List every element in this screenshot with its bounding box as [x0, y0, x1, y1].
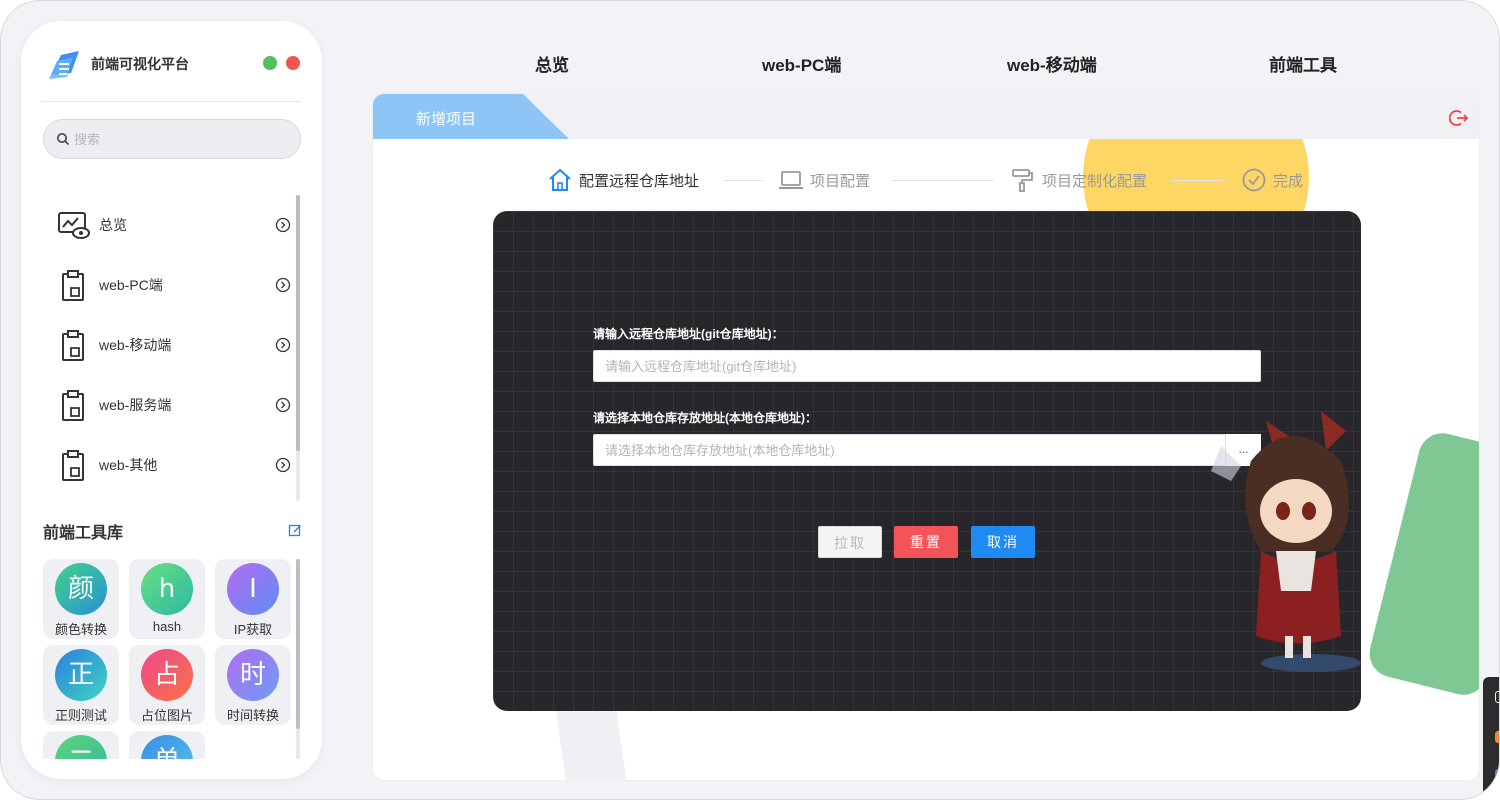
corner-text-top: 第: [5, 4, 15, 14]
sidebar-item-web-server[interactable]: web-服务端: [51, 375, 291, 435]
topnav-web-mobile[interactable]: web-移动端: [1007, 51, 1097, 76]
nav-scrollbar[interactable]: [296, 195, 300, 501]
topnav-frontend-tools[interactable]: 前端工具: [1269, 51, 1337, 76]
edit-icon[interactable]: [288, 523, 302, 537]
arrow-right-circle-icon: [275, 217, 291, 233]
sidebar-item-web-pc[interactable]: web-PC端: [51, 255, 291, 315]
tool-unit[interactable]: 单: [129, 731, 205, 759]
tool-label: 占位图片: [140, 708, 193, 723]
step-label: 项目定制化配置: [1042, 172, 1148, 190]
clipboard-icon: [62, 270, 84, 301]
decor-green-shape: [1364, 428, 1479, 700]
tools-scrollbar-thumb[interactable]: [296, 559, 300, 729]
tool-circle: 二: [55, 735, 107, 759]
edge-shield-icon[interactable]: [1495, 769, 1499, 781]
clipboard-icon: [62, 330, 84, 361]
sidebar-nav: 总览 web-PC端 web-移动端 web-服务端 web-其他: [51, 195, 291, 495]
edge-square-icon[interactable]: [1495, 691, 1499, 703]
anime-character-illustration: [1211, 411, 1361, 672]
sidebar-item-label: web-服务端: [99, 397, 172, 413]
monitor-eye-icon: [58, 212, 90, 239]
arrow-right-circle-icon: [275, 397, 291, 413]
edge-orange-icon[interactable]: [1495, 731, 1499, 743]
remote-repo-label: 请输入远程仓库地址(git仓库地址)：: [593, 327, 784, 341]
nav-scrollbar-thumb[interactable]: [296, 195, 300, 451]
tool-circle: h: [141, 563, 193, 615]
app-window: 第 大 前端可视化平台 搜索 总览 web-PC端 web-移动端 web-服务…: [0, 0, 1500, 800]
step-label: 完成: [1273, 172, 1304, 190]
topnav-web-pc[interactable]: web-PC端: [762, 51, 841, 76]
home-icon: [549, 168, 571, 191]
local-repo-input[interactable]: [593, 434, 1261, 466]
cancel-button[interactable]: 取消: [971, 526, 1035, 558]
topnav-overview[interactable]: 总览: [535, 51, 569, 76]
tool-regex[interactable]: 正 正则测试: [43, 645, 119, 725]
corner-text-bottom: 大: [5, 792, 15, 800]
brand-divider: [41, 101, 301, 102]
tool-qrcode[interactable]: 二: [43, 731, 119, 759]
tool-label: IP获取: [233, 622, 273, 637]
arrow-right-circle-icon: [275, 457, 291, 473]
step-remote-repo: 配置远程仓库地址: [547, 167, 699, 193]
sidebar: 前端可视化平台 总览: [21, 21, 322, 779]
arrow-right-circle-icon: [275, 277, 291, 293]
check-circle-icon: [1242, 168, 1266, 192]
tool-time-convert[interactable]: 时 时间转换: [215, 645, 291, 725]
tool-hash[interactable]: h hash: [129, 559, 205, 639]
main-panel: 新增项目 配置远程仓库地址 项目配置 项目定制化配置 完成 请输入远程仓库地址(…: [372, 93, 1480, 781]
search-input[interactable]: [74, 131, 274, 147]
local-repo-label: 请选择本地仓库存放地址(本地仓库地址)：: [593, 411, 817, 425]
tool-placeholder-image[interactable]: 占 占位图片: [129, 645, 205, 725]
tool-label: hash: [152, 619, 182, 634]
step-divider: [891, 180, 993, 181]
step-custom-config: 项目定制化配置: [1010, 167, 1147, 193]
tools-title: 前端工具库: [43, 525, 124, 542]
sidebar-item-label: web-PC端: [99, 277, 163, 293]
reset-button[interactable]: 重置: [894, 526, 958, 558]
clipboard-icon: [62, 390, 84, 421]
step-label: 配置远程仓库地址: [579, 172, 700, 190]
sidebar-item-label: web-其他: [99, 457, 158, 473]
tool-circle: I: [227, 563, 279, 615]
tools-scrollbar[interactable]: [296, 559, 300, 759]
tool-circle: 颜: [55, 563, 107, 615]
logout-icon[interactable]: [1449, 108, 1469, 128]
window-dot-green[interactable]: [263, 56, 277, 70]
step-label: 项目配置: [810, 172, 871, 190]
tool-circle: 占: [141, 649, 193, 701]
tools-grid: 颜 颜色转换 h hash I IP获取 正 正则测试 占 占位图片 时 时间转…: [43, 559, 295, 759]
tool-ip[interactable]: I IP获取: [215, 559, 291, 639]
laptop-icon: [779, 171, 803, 189]
pull-button[interactable]: 拉取: [818, 526, 882, 558]
sidebar-item-label: 总览: [99, 217, 127, 233]
tool-color-convert[interactable]: 颜 颜色转换: [43, 559, 119, 639]
brand-name: 前端可视化平台: [91, 56, 189, 72]
arrow-right-circle-icon: [275, 337, 291, 353]
step-divider: [723, 180, 763, 181]
sidebar-item-web-mobile[interactable]: web-移动端: [51, 315, 291, 375]
search-icon: [57, 133, 70, 146]
form-card: 请输入远程仓库地址(git仓库地址)： 请选择本地仓库存放地址(本地仓库地址)：…: [493, 211, 1361, 711]
sidebar-item-web-other[interactable]: web-其他: [51, 435, 291, 495]
brand: 前端可视化平台: [45, 45, 189, 83]
tool-label: 颜色转换: [54, 622, 107, 637]
search-box[interactable]: [43, 119, 301, 159]
brand-logo-icon: [49, 51, 79, 79]
step-finish: 完成: [1241, 167, 1303, 193]
tab-new-project-label: 新增项目: [416, 111, 477, 128]
clipboard-icon: [62, 450, 84, 481]
step-divider: [1171, 180, 1226, 181]
tool-circle: 单: [141, 735, 193, 759]
window-dot-red[interactable]: [286, 56, 300, 70]
remote-repo-input[interactable]: [593, 350, 1261, 382]
tool-circle: 正: [55, 649, 107, 701]
tool-circle: 时: [227, 649, 279, 701]
step-project-config: 项目配置: [778, 167, 870, 193]
tool-label: 正则测试: [54, 708, 107, 723]
tool-label: 时间转换: [226, 708, 279, 723]
sidebar-item-label: web-移动端: [99, 337, 172, 353]
paint-roller-icon: [1012, 169, 1033, 192]
sidebar-item-overview[interactable]: 总览: [51, 195, 291, 255]
